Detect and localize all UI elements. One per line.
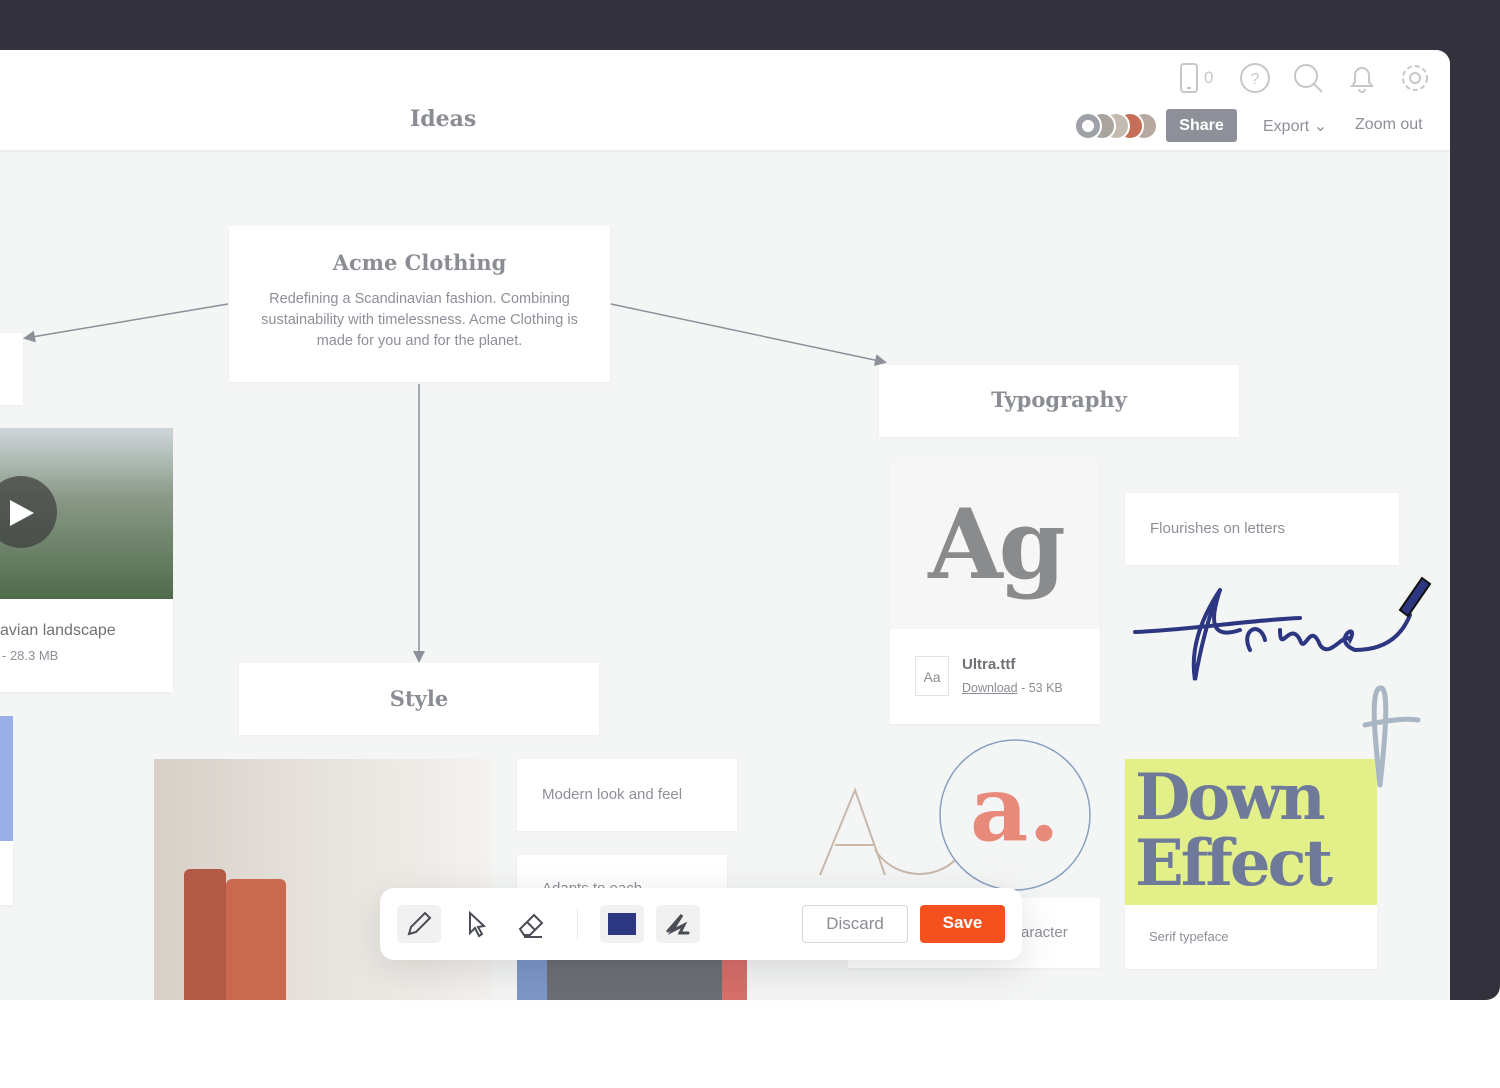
- stroke-icon: [666, 914, 690, 935]
- font-preview: Ag: [890, 461, 1100, 629]
- whiteboard-app: Ideas 0 ? Share Export ⌄ Zoom out Acme C…: [0, 50, 1450, 1000]
- pencil-cursor-icon: [1398, 576, 1432, 618]
- typography-card[interactable]: Typography: [879, 365, 1239, 437]
- note-card[interactable]: Flourishes on letters: [1125, 493, 1399, 565]
- play-icon: [10, 500, 34, 526]
- video-title: avian landscape: [0, 622, 116, 639]
- offscreen-card[interactable]: [0, 333, 23, 405]
- sample-image: Down Effect: [1125, 759, 1377, 905]
- card-description: Redefining a Scandinavian fashion. Combi…: [261, 291, 578, 349]
- serif-sample-card[interactable]: Down Effect Serif typeface: [1125, 759, 1377, 969]
- eraser-tool[interactable]: [510, 905, 554, 943]
- select-tool[interactable]: [454, 905, 498, 943]
- drawing-toolbar: Discard Save: [380, 888, 1022, 960]
- eraser-icon: [518, 913, 544, 938]
- color-swatch: [0, 716, 13, 841]
- color-palette: [517, 960, 747, 1000]
- color-swatch: [608, 913, 636, 935]
- sample-caption: Serif typeface: [1149, 929, 1229, 944]
- letter-a: a.: [970, 756, 1060, 862]
- color-picker[interactable]: [600, 905, 644, 943]
- divider: [577, 908, 578, 940]
- video-card[interactable]: avian landscape - 28.3 MB: [0, 428, 173, 692]
- acme-sketch: [1133, 576, 1432, 681]
- pencil-tool[interactable]: [397, 905, 441, 943]
- cursor-icon: [469, 910, 487, 938]
- clothing-rack-image: [154, 759, 492, 1000]
- letter-sketch: [1362, 685, 1421, 788]
- style-card[interactable]: Style: [239, 663, 599, 735]
- stroke-tool[interactable]: [656, 905, 700, 943]
- video-meta: - 28.3 MB: [2, 648, 59, 663]
- discard-button[interactable]: Discard: [802, 905, 908, 943]
- card-title: Acme Clothing: [332, 250, 507, 275]
- file-name: Ultra.ttf: [962, 656, 1016, 673]
- offscreen-card: [0, 841, 13, 905]
- note-card[interactable]: Modern look and feel: [517, 759, 737, 831]
- pencil-icon: [407, 911, 432, 936]
- save-button[interactable]: Save: [920, 905, 1005, 943]
- acme-clothing-card[interactable]: Acme Clothing Redefining a Scandinavian …: [229, 226, 610, 382]
